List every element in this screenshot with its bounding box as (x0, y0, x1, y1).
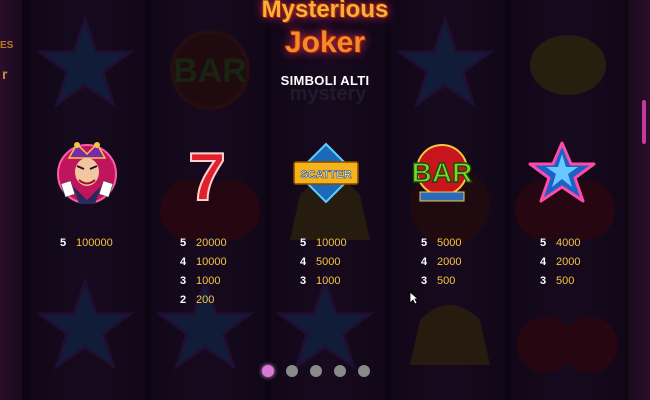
scrollbar-thumb[interactable] (642, 100, 646, 144)
star-payout-table: 5 4000 4 2000 3 500 (540, 238, 580, 295)
payout-count: 3 (421, 275, 428, 287)
scatter-symbol: SCATTER (291, 140, 361, 211)
seven-symbol: 7 (175, 138, 239, 216)
joker-symbol (57, 140, 117, 211)
payout-value: 500 (437, 275, 456, 287)
svg-text:BAR: BAR (412, 157, 473, 188)
payout-row: 5 10000 (300, 238, 347, 257)
payout-value: 100000 (76, 237, 113, 249)
payout-value: 200 (196, 294, 215, 306)
page-dot-5[interactable] (358, 364, 370, 377)
joker-icon (57, 142, 117, 204)
payout-value: 1000 (316, 275, 341, 287)
payout-count: 5 (421, 237, 428, 249)
payout-count: 4 (180, 256, 187, 268)
payout-row: 2 200 (180, 295, 227, 314)
payout-row: 3 1000 (300, 276, 347, 295)
payout-value: 2000 (556, 256, 581, 268)
payout-value: 1000 (196, 275, 221, 287)
payout-count: 5 (180, 237, 187, 249)
right-edge-panel (628, 0, 650, 400)
section-title: SIMBOLI ALTI (280, 73, 370, 88)
payout-row: 4 10000 (180, 257, 227, 276)
page-dot-3[interactable] (310, 364, 322, 377)
payout-count: 2 (180, 294, 187, 306)
payout-row: 3 1000 (180, 276, 227, 295)
payout-count: 5 (60, 237, 67, 249)
payout-count: 5 (300, 237, 307, 249)
seven-icon: 7 (187, 138, 227, 216)
bar-symbol: BAR (410, 140, 474, 211)
payout-value: 4000 (556, 237, 581, 249)
joker-payout-table: 5 100000 (60, 238, 113, 257)
bar-icon: BAR (411, 144, 473, 202)
svg-text:7: 7 (188, 140, 226, 206)
payout-row: 4 2000 (421, 257, 461, 276)
svg-text:SCATTER: SCATTER (300, 169, 351, 181)
payout-value: 5000 (316, 256, 341, 268)
pagination-dots (262, 362, 382, 380)
page-dot-2[interactable] (286, 364, 298, 377)
logo-line-1: Mysterious (261, 0, 389, 23)
logo-line-2: Joker (284, 26, 366, 59)
payout-count: 4 (540, 256, 547, 268)
seven-payout-table: 5 20000 4 10000 3 1000 2 200 (180, 238, 227, 314)
payout-count: 4 (421, 256, 428, 268)
payout-count: 3 (300, 275, 307, 287)
payout-row: 4 5000 (300, 257, 347, 276)
scatter-payout-table: 5 10000 4 5000 3 1000 (300, 238, 347, 295)
payout-value: 2000 (437, 256, 462, 268)
payout-row: 5 4000 (540, 238, 580, 257)
payout-row: 5 100000 (60, 238, 113, 257)
payout-row: 3 500 (421, 276, 461, 295)
payout-count: 3 (180, 275, 187, 287)
bar-payout-table: 5 5000 4 2000 3 500 (421, 238, 461, 295)
payout-row: 3 500 (540, 276, 580, 295)
page-dot-1[interactable] (262, 364, 274, 377)
star-symbol (528, 140, 596, 211)
payout-value: 20000 (196, 237, 227, 249)
left-edge-panel: ES r (0, 0, 22, 400)
payout-value: 500 (556, 275, 575, 287)
page-dot-4[interactable] (334, 364, 346, 377)
payout-count: 5 (540, 237, 547, 249)
payout-row: 5 5000 (421, 238, 461, 257)
payout-value: 10000 (316, 237, 347, 249)
star-icon (528, 141, 596, 203)
payout-value: 10000 (196, 256, 227, 268)
payout-row: 5 20000 (180, 238, 227, 257)
scatter-icon: SCATTER (293, 142, 359, 204)
payout-row: 4 2000 (540, 257, 580, 276)
payout-count: 4 (300, 256, 307, 268)
payout-count: 3 (540, 275, 547, 287)
payout-value: 5000 (437, 237, 462, 249)
mouse-cursor-icon (409, 291, 419, 305)
